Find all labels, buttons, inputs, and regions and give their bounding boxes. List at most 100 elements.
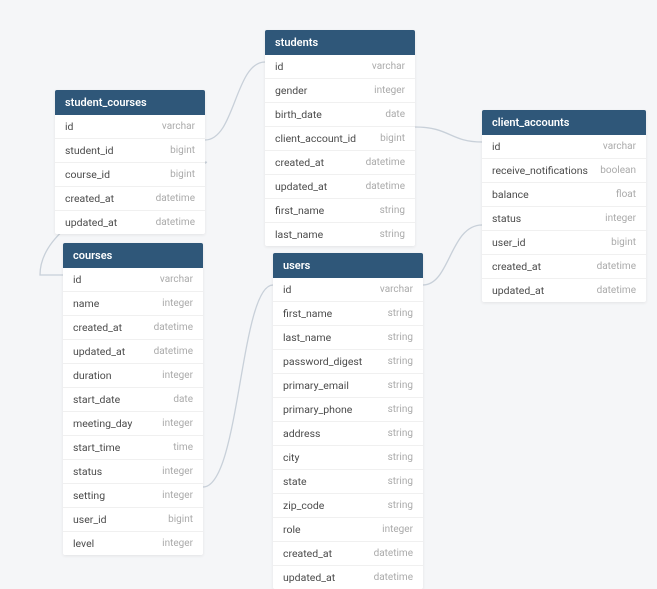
column-name: created_at bbox=[275, 156, 324, 169]
table-row[interactable]: nameinteger bbox=[63, 292, 203, 316]
column-name: updated_at bbox=[275, 180, 327, 193]
table-row[interactable]: zip_codestring bbox=[273, 494, 423, 518]
column-type: integer bbox=[162, 490, 193, 501]
column-type: datetime bbox=[366, 181, 405, 192]
table-row[interactable]: start_datedate bbox=[63, 388, 203, 412]
column-type: datetime bbox=[156, 217, 195, 228]
table-row[interactable]: idvarchar bbox=[55, 115, 205, 139]
column-type: string bbox=[388, 404, 413, 415]
column-type: datetime bbox=[374, 548, 413, 559]
table-row[interactable]: statusinteger bbox=[63, 460, 203, 484]
column-name: status bbox=[492, 212, 521, 225]
table-row[interactable]: address string bbox=[273, 422, 423, 446]
table-row[interactable]: receive_notificationsboolean bbox=[482, 159, 646, 183]
table-client-accounts[interactable]: client_accountsidvarcharreceive_notifica… bbox=[482, 110, 646, 302]
column-type: bigint bbox=[611, 237, 636, 248]
column-name: level bbox=[73, 537, 94, 550]
column-type: string bbox=[388, 428, 413, 439]
column-name: role bbox=[283, 523, 301, 536]
table-row[interactable]: idvarchar bbox=[63, 268, 203, 292]
column-type: string bbox=[388, 380, 413, 391]
column-type: datetime bbox=[156, 193, 195, 204]
column-name: last_name bbox=[275, 228, 323, 241]
table-row[interactable]: student_idbigint bbox=[55, 139, 205, 163]
column-type: datetime bbox=[154, 322, 193, 333]
column-type: varchar bbox=[160, 274, 193, 285]
table-row[interactable]: last_namestring bbox=[273, 326, 423, 350]
column-type: datetime bbox=[597, 285, 636, 296]
table-header[interactable]: students bbox=[265, 30, 415, 55]
column-type: float bbox=[616, 189, 636, 200]
table-row[interactable]: user_idbigint bbox=[482, 231, 646, 255]
table-row[interactable]: settinginteger bbox=[63, 484, 203, 508]
column-name: address bbox=[283, 427, 320, 440]
column-type: datetime bbox=[366, 157, 405, 168]
table-row[interactable]: updated_atdatetime bbox=[63, 340, 203, 364]
table-header[interactable]: users bbox=[273, 253, 423, 278]
table-row[interactable]: updated_atdatetime bbox=[273, 566, 423, 589]
column-type: varchar bbox=[603, 141, 636, 152]
column-name: updated_at bbox=[283, 571, 335, 584]
column-type: date bbox=[385, 109, 405, 120]
column-type: datetime bbox=[597, 261, 636, 272]
column-type: datetime bbox=[154, 346, 193, 357]
table-row[interactable]: idvarchar bbox=[273, 278, 423, 302]
table-row[interactable]: primary_phonestring bbox=[273, 398, 423, 422]
table-row[interactable]: created_atdatetime bbox=[482, 255, 646, 279]
table-row[interactable]: updated_at datetime bbox=[482, 279, 646, 302]
table-row[interactable]: statestring bbox=[273, 470, 423, 494]
column-name: first_name bbox=[283, 307, 332, 320]
table-row[interactable]: start_timetime bbox=[63, 436, 203, 460]
table-row[interactable]: citystring bbox=[273, 446, 423, 470]
column-type: string bbox=[380, 205, 405, 216]
table-header[interactable]: student_courses bbox=[55, 90, 205, 115]
table-row[interactable]: client_account_id bigint bbox=[265, 127, 415, 151]
table-row[interactable]: birth_datedate bbox=[265, 103, 415, 127]
column-type: string bbox=[380, 229, 405, 240]
table-row[interactable]: course_id bigint bbox=[55, 163, 205, 187]
table-row[interactable]: updated_at datetime bbox=[55, 211, 205, 234]
table-row[interactable]: primary_emailstring bbox=[273, 374, 423, 398]
table-row[interactable]: levelinteger bbox=[63, 532, 203, 555]
table-row[interactable]: meeting_dayinteger bbox=[63, 412, 203, 436]
column-name: updated_at bbox=[492, 284, 544, 297]
table-row[interactable]: user_idbigint bbox=[63, 508, 203, 532]
table-row[interactable]: created_at datetime bbox=[63, 316, 203, 340]
column-name: first_name bbox=[275, 204, 324, 217]
column-type: boolean bbox=[600, 165, 636, 176]
column-name: client_account_id bbox=[275, 132, 356, 145]
table-students[interactable]: studentsidvarchargenderintegerbirth_date… bbox=[265, 30, 415, 246]
table-row[interactable]: created_atdatetime bbox=[273, 542, 423, 566]
table-row[interactable]: first_name string bbox=[265, 199, 415, 223]
column-type: bigint bbox=[380, 133, 405, 144]
table-courses[interactable]: coursesidvarcharnameintegercreated_atdat… bbox=[63, 243, 203, 555]
column-type: bigint bbox=[170, 169, 195, 180]
column-type: varchar bbox=[380, 284, 413, 295]
column-name: id bbox=[275, 60, 283, 73]
column-type: integer bbox=[162, 418, 193, 429]
column-name: student_id bbox=[65, 144, 114, 157]
table-row[interactable]: idvarchar bbox=[265, 55, 415, 79]
table-row[interactable]: created_at datetime bbox=[265, 151, 415, 175]
table-row[interactable]: last_name string bbox=[265, 223, 415, 246]
table-row[interactable]: durationinteger bbox=[63, 364, 203, 388]
table-row[interactable]: roleinteger bbox=[273, 518, 423, 542]
table-row[interactable]: idvarchar bbox=[482, 135, 646, 159]
table-row[interactable]: balancefloat bbox=[482, 183, 646, 207]
table-users[interactable]: usersidvarcharfirst_namestringlast_names… bbox=[273, 253, 423, 589]
column-type: bigint bbox=[168, 514, 193, 525]
table-row[interactable]: statusinteger bbox=[482, 207, 646, 231]
table-row[interactable]: created_atdatetime bbox=[55, 187, 205, 211]
table-row[interactable]: genderinteger bbox=[265, 79, 415, 103]
column-name: created_at bbox=[73, 321, 122, 334]
table-header[interactable]: client_accounts bbox=[482, 110, 646, 135]
table-row[interactable]: first_name string bbox=[273, 302, 423, 326]
column-type: string bbox=[388, 308, 413, 319]
table-student-courses[interactable]: student_coursesidvarcharstudent_idbigint… bbox=[55, 90, 205, 234]
column-name: updated_at bbox=[65, 216, 117, 229]
table-header[interactable]: courses bbox=[63, 243, 203, 268]
column-type: string bbox=[388, 356, 413, 367]
table-row[interactable]: password_digeststring bbox=[273, 350, 423, 374]
column-name: course_id bbox=[65, 168, 110, 181]
table-row[interactable]: updated_at datetime bbox=[265, 175, 415, 199]
